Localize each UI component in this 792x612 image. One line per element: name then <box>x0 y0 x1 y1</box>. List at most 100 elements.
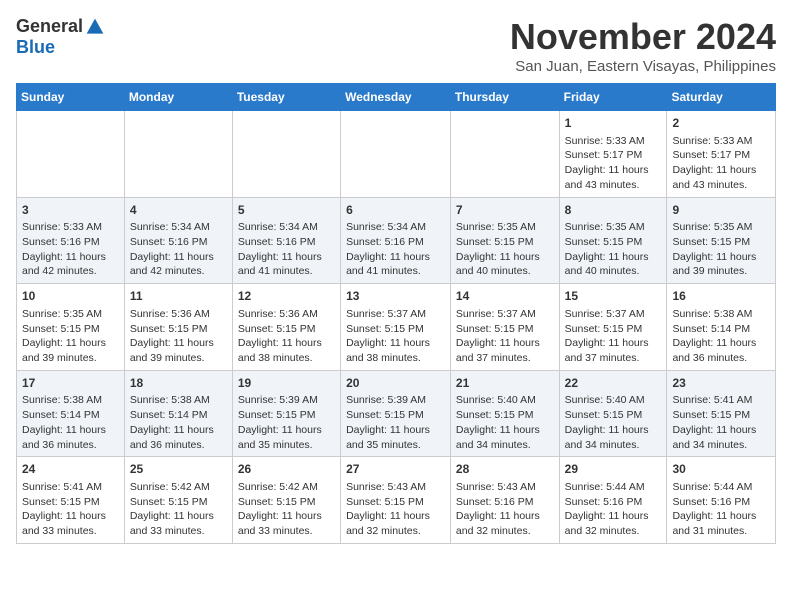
calendar-cell: 6Sunrise: 5:34 AMSunset: 5:16 PMDaylight… <box>341 197 451 284</box>
title-area: November 2024 San Juan, Eastern Visayas,… <box>510 16 776 75</box>
day-info: Sunrise: 5:34 AM <box>346 220 445 235</box>
day-info: Sunset: 5:15 PM <box>22 495 119 510</box>
day-info: Daylight: 11 hours and 32 minutes. <box>565 509 662 538</box>
day-number: 20 <box>346 375 445 392</box>
day-number: 13 <box>346 288 445 305</box>
day-number: 4 <box>130 202 227 219</box>
calendar-cell: 19Sunrise: 5:39 AMSunset: 5:15 PMDayligh… <box>232 370 340 457</box>
calendar-header-row: SundayMondayTuesdayWednesdayThursdayFrid… <box>17 84 776 111</box>
day-info: Sunrise: 5:38 AM <box>672 307 770 322</box>
calendar-cell: 18Sunrise: 5:38 AMSunset: 5:14 PMDayligh… <box>124 370 232 457</box>
day-info: Daylight: 11 hours and 33 minutes. <box>22 509 119 538</box>
day-info: Daylight: 11 hours and 39 minutes. <box>22 336 119 365</box>
day-info: Sunset: 5:16 PM <box>346 235 445 250</box>
logo-blue: Blue <box>16 37 55 58</box>
day-info: Sunrise: 5:38 AM <box>22 393 119 408</box>
day-info: Daylight: 11 hours and 32 minutes. <box>346 509 445 538</box>
day-number: 29 <box>565 461 662 478</box>
calendar-cell: 15Sunrise: 5:37 AMSunset: 5:15 PMDayligh… <box>559 284 667 371</box>
calendar-cell: 9Sunrise: 5:35 AMSunset: 5:15 PMDaylight… <box>667 197 776 284</box>
day-header-wednesday: Wednesday <box>341 84 451 111</box>
day-info: Daylight: 11 hours and 41 minutes. <box>238 250 335 279</box>
day-info: Daylight: 11 hours and 34 minutes. <box>672 423 770 452</box>
day-info: Daylight: 11 hours and 41 minutes. <box>346 250 445 279</box>
day-info: Daylight: 11 hours and 33 minutes. <box>130 509 227 538</box>
calendar-cell: 26Sunrise: 5:42 AMSunset: 5:15 PMDayligh… <box>232 457 340 544</box>
calendar-table: SundayMondayTuesdayWednesdayThursdayFrid… <box>16 83 776 544</box>
day-info: Sunset: 5:16 PM <box>456 495 554 510</box>
day-number: 3 <box>22 202 119 219</box>
day-info: Sunset: 5:15 PM <box>130 495 227 510</box>
calendar-cell: 14Sunrise: 5:37 AMSunset: 5:15 PMDayligh… <box>450 284 559 371</box>
day-info: Sunset: 5:14 PM <box>672 322 770 337</box>
month-title: November 2024 <box>510 16 776 58</box>
calendar-week-row: 1Sunrise: 5:33 AMSunset: 5:17 PMDaylight… <box>17 111 776 198</box>
calendar-cell: 16Sunrise: 5:38 AMSunset: 5:14 PMDayligh… <box>667 284 776 371</box>
day-info: Daylight: 11 hours and 33 minutes. <box>238 509 335 538</box>
day-info: Sunset: 5:16 PM <box>22 235 119 250</box>
day-info: Sunset: 5:15 PM <box>22 322 119 337</box>
day-info: Daylight: 11 hours and 38 minutes. <box>238 336 335 365</box>
day-info: Daylight: 11 hours and 32 minutes. <box>456 509 554 538</box>
calendar-cell: 10Sunrise: 5:35 AMSunset: 5:15 PMDayligh… <box>17 284 125 371</box>
calendar-cell: 17Sunrise: 5:38 AMSunset: 5:14 PMDayligh… <box>17 370 125 457</box>
header: General Blue November 2024 San Juan, Eas… <box>16 16 776 75</box>
calendar-cell: 1Sunrise: 5:33 AMSunset: 5:17 PMDaylight… <box>559 111 667 198</box>
day-info: Sunset: 5:16 PM <box>238 235 335 250</box>
day-info: Daylight: 11 hours and 39 minutes. <box>130 336 227 365</box>
logo-general: General <box>16 16 83 37</box>
day-info: Sunset: 5:14 PM <box>22 408 119 423</box>
calendar-cell: 21Sunrise: 5:40 AMSunset: 5:15 PMDayligh… <box>450 370 559 457</box>
calendar-cell <box>341 111 451 198</box>
logo: General Blue <box>16 16 105 58</box>
day-info: Sunset: 5:15 PM <box>672 235 770 250</box>
calendar-cell: 30Sunrise: 5:44 AMSunset: 5:16 PMDayligh… <box>667 457 776 544</box>
day-number: 28 <box>456 461 554 478</box>
day-info: Sunset: 5:15 PM <box>130 322 227 337</box>
calendar-week-row: 17Sunrise: 5:38 AMSunset: 5:14 PMDayligh… <box>17 370 776 457</box>
day-info: Daylight: 11 hours and 43 minutes. <box>565 163 662 192</box>
calendar-cell: 4Sunrise: 5:34 AMSunset: 5:16 PMDaylight… <box>124 197 232 284</box>
calendar-cell: 13Sunrise: 5:37 AMSunset: 5:15 PMDayligh… <box>341 284 451 371</box>
day-info: Daylight: 11 hours and 42 minutes. <box>22 250 119 279</box>
day-info: Sunrise: 5:35 AM <box>672 220 770 235</box>
day-info: Daylight: 11 hours and 35 minutes. <box>346 423 445 452</box>
day-number: 26 <box>238 461 335 478</box>
day-info: Sunrise: 5:36 AM <box>238 307 335 322</box>
day-info: Sunset: 5:15 PM <box>672 408 770 423</box>
calendar-cell: 2Sunrise: 5:33 AMSunset: 5:17 PMDaylight… <box>667 111 776 198</box>
day-info: Sunset: 5:16 PM <box>672 495 770 510</box>
calendar-body: 1Sunrise: 5:33 AMSunset: 5:17 PMDaylight… <box>17 111 776 544</box>
day-info: Sunrise: 5:39 AM <box>346 393 445 408</box>
calendar-cell <box>17 111 125 198</box>
day-info: Daylight: 11 hours and 43 minutes. <box>672 163 770 192</box>
calendar-cell: 20Sunrise: 5:39 AMSunset: 5:15 PMDayligh… <box>341 370 451 457</box>
calendar-cell: 22Sunrise: 5:40 AMSunset: 5:15 PMDayligh… <box>559 370 667 457</box>
day-number: 16 <box>672 288 770 305</box>
day-number: 2 <box>672 115 770 132</box>
calendar-cell <box>450 111 559 198</box>
day-info: Sunrise: 5:42 AM <box>130 480 227 495</box>
day-info: Sunset: 5:15 PM <box>346 495 445 510</box>
day-info: Sunset: 5:16 PM <box>130 235 227 250</box>
day-info: Sunset: 5:15 PM <box>238 322 335 337</box>
day-number: 23 <box>672 375 770 392</box>
day-info: Sunrise: 5:41 AM <box>22 480 119 495</box>
day-info: Sunset: 5:15 PM <box>456 408 554 423</box>
day-info: Daylight: 11 hours and 34 minutes. <box>456 423 554 452</box>
day-info: Daylight: 11 hours and 38 minutes. <box>346 336 445 365</box>
day-info: Sunrise: 5:42 AM <box>238 480 335 495</box>
day-header-thursday: Thursday <box>450 84 559 111</box>
day-info: Daylight: 11 hours and 42 minutes. <box>130 250 227 279</box>
day-info: Sunrise: 5:36 AM <box>130 307 227 322</box>
day-info: Sunrise: 5:37 AM <box>565 307 662 322</box>
day-info: Sunrise: 5:33 AM <box>22 220 119 235</box>
day-number: 7 <box>456 202 554 219</box>
calendar-cell: 23Sunrise: 5:41 AMSunset: 5:15 PMDayligh… <box>667 370 776 457</box>
day-info: Sunset: 5:15 PM <box>238 408 335 423</box>
day-info: Daylight: 11 hours and 35 minutes. <box>238 423 335 452</box>
day-info: Sunset: 5:15 PM <box>456 235 554 250</box>
logo-icon <box>85 17 105 37</box>
calendar-cell: 8Sunrise: 5:35 AMSunset: 5:15 PMDaylight… <box>559 197 667 284</box>
day-info: Sunset: 5:17 PM <box>565 148 662 163</box>
